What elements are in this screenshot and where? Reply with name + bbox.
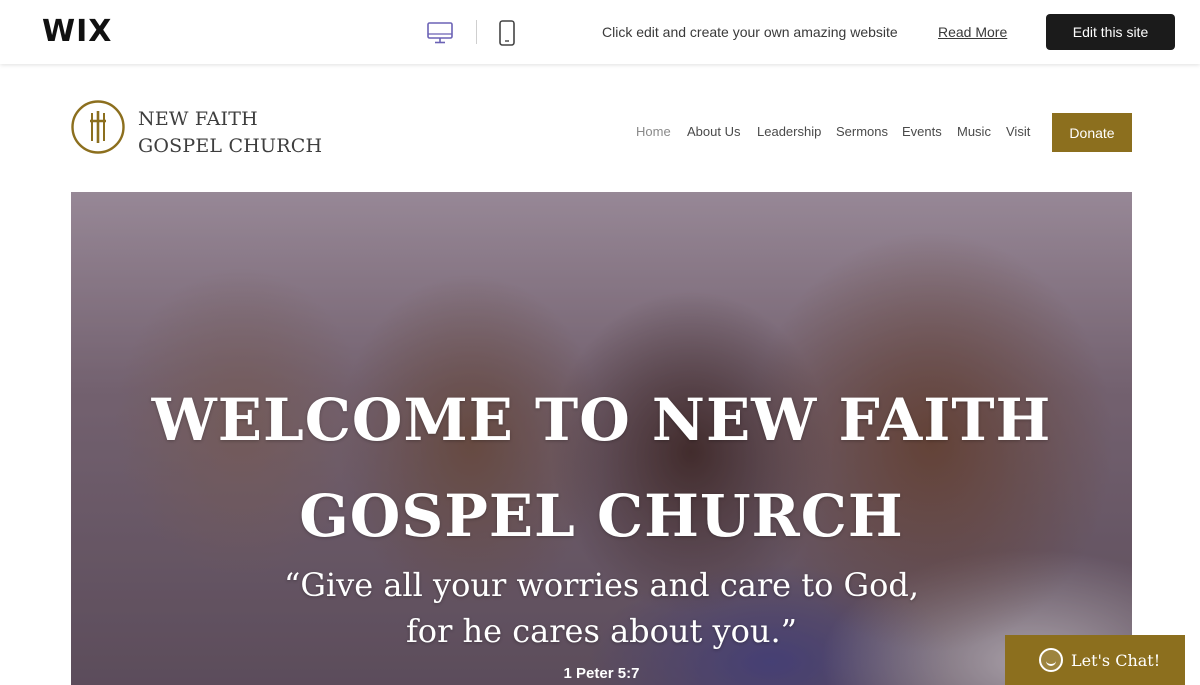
hero-quote: “Give all your worries and care to God, … — [71, 562, 1132, 654]
read-more-link[interactable]: Read More — [938, 24, 1007, 40]
wix-top-bar: WIX Click edit and create your own amazi… — [0, 0, 1200, 64]
nav-item-home[interactable]: Home — [636, 124, 671, 139]
nav-item-events[interactable]: Events — [902, 124, 942, 139]
donate-button[interactable]: Donate — [1052, 113, 1132, 152]
church-name-line1: NEW FAITH — [138, 108, 258, 130]
hero-title-line2: GOSPEL CHURCH — [299, 482, 904, 550]
wix-logo[interactable]: WIX — [42, 14, 112, 49]
hero-banner: WELCOME TO NEW FAITH GOSPEL CHURCH “Give… — [71, 192, 1132, 685]
nav-item-music[interactable]: Music — [957, 124, 991, 139]
hero-quote-line2: for he cares about you.” — [405, 612, 798, 650]
desktop-monitor-icon[interactable] — [425, 18, 455, 48]
nav-item-sermons[interactable]: Sermons — [836, 124, 888, 139]
view-toggle-divider — [476, 20, 477, 44]
edit-this-site-button[interactable]: Edit this site — [1046, 14, 1175, 50]
church-name-line2: GOSPEL CHURCH — [138, 135, 323, 157]
nav-item-about-us[interactable]: About Us — [687, 124, 740, 139]
nav-item-visit[interactable]: Visit — [1006, 124, 1030, 139]
hero-title: WELCOME TO NEW FAITH GOSPEL CHURCH — [71, 372, 1132, 564]
hero-title-line1: WELCOME TO NEW FAITH — [151, 386, 1052, 454]
cross-emblem-icon[interactable] — [70, 99, 126, 155]
mobile-phone-icon[interactable] — [497, 18, 517, 48]
nav-item-leadership[interactable]: Leadership — [757, 124, 821, 139]
chat-label: Let's Chat! — [1071, 650, 1161, 670]
lets-chat-button[interactable]: Let's Chat! — [1005, 635, 1185, 685]
smiley-chat-icon — [1039, 648, 1063, 672]
promo-text: Click edit and create your own amazing w… — [602, 24, 898, 40]
church-name[interactable]: NEW FAITH GOSPEL CHURCH — [138, 106, 322, 160]
hero-quote-line1: “Give all your worries and care to God, — [283, 566, 920, 604]
hero-scripture-reference: 1 Peter 5:7 — [563, 665, 640, 682]
